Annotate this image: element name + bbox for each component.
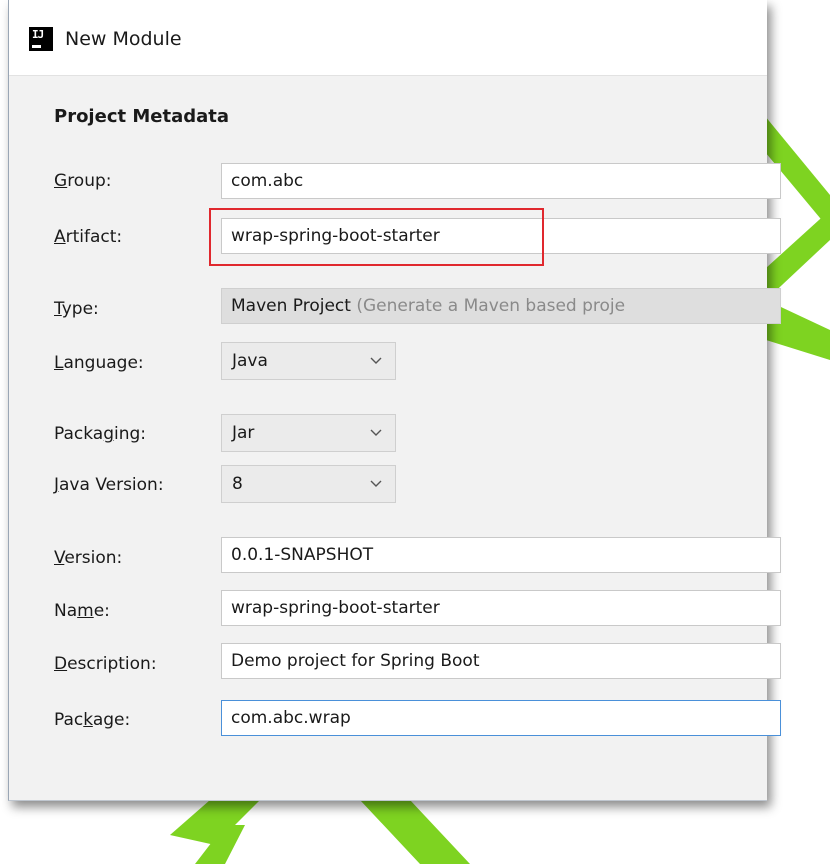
package-label: Package: (54, 710, 131, 730)
java-version-value: 8 (232, 474, 243, 494)
version-label: Version: (54, 548, 123, 568)
group-label: Group: (54, 171, 112, 191)
description-value: Demo project for Spring Boot (231, 651, 480, 671)
group-value: com.abc (231, 171, 304, 191)
language-value: Java (232, 351, 268, 371)
artifact-highlight-box (209, 208, 544, 266)
group-field[interactable]: com.abc (221, 163, 781, 199)
icon-bar (32, 45, 41, 48)
java-version-label: Java Version: (54, 475, 164, 495)
description-label: Description: (54, 654, 157, 674)
description-field[interactable]: Demo project for Spring Boot (221, 643, 781, 679)
name-field[interactable]: wrap-spring-boot-starter (221, 590, 781, 626)
intellij-icon: IJ (29, 27, 53, 51)
java-version-select[interactable]: 8 (221, 465, 396, 503)
packaging-label: Packaging: (54, 424, 147, 444)
title-bar[interactable]: IJ New Module (9, 0, 767, 76)
type-field[interactable]: Maven Project (Generate a Maven based pr… (221, 288, 781, 324)
artifact-label: Artifact: (54, 227, 123, 247)
type-hint: (Generate a Maven based proje (356, 296, 626, 316)
section-title: Project Metadata (54, 106, 230, 127)
icon-text: IJ (32, 28, 44, 41)
screenshot-stage: IJ New Module Project Metadata Group: co… (0, 0, 830, 864)
language-label: Language: (54, 353, 144, 373)
name-value: wrap-spring-boot-starter (231, 598, 440, 618)
name-label: Name: (54, 601, 110, 621)
watermark-stripe (360, 800, 470, 864)
language-select[interactable]: Java (221, 342, 396, 380)
chevron-down-icon (370, 429, 382, 436)
version-field[interactable]: 0.0.1-SNAPSHOT (221, 537, 781, 573)
packaging-select[interactable]: Jar (221, 414, 396, 452)
version-value: 0.0.1-SNAPSHOT (231, 545, 374, 565)
type-value: Maven Project (231, 296, 351, 316)
type-label: Type: (54, 299, 99, 319)
new-module-dialog: IJ New Module Project Metadata Group: co… (8, 0, 781, 801)
packaging-value: Jar (232, 423, 255, 443)
package-value: com.abc.wrap (231, 708, 351, 728)
chevron-down-icon (370, 480, 382, 487)
window-title: New Module (65, 28, 182, 50)
chevron-down-icon (370, 357, 382, 364)
package-field[interactable]: com.abc.wrap (221, 700, 781, 736)
